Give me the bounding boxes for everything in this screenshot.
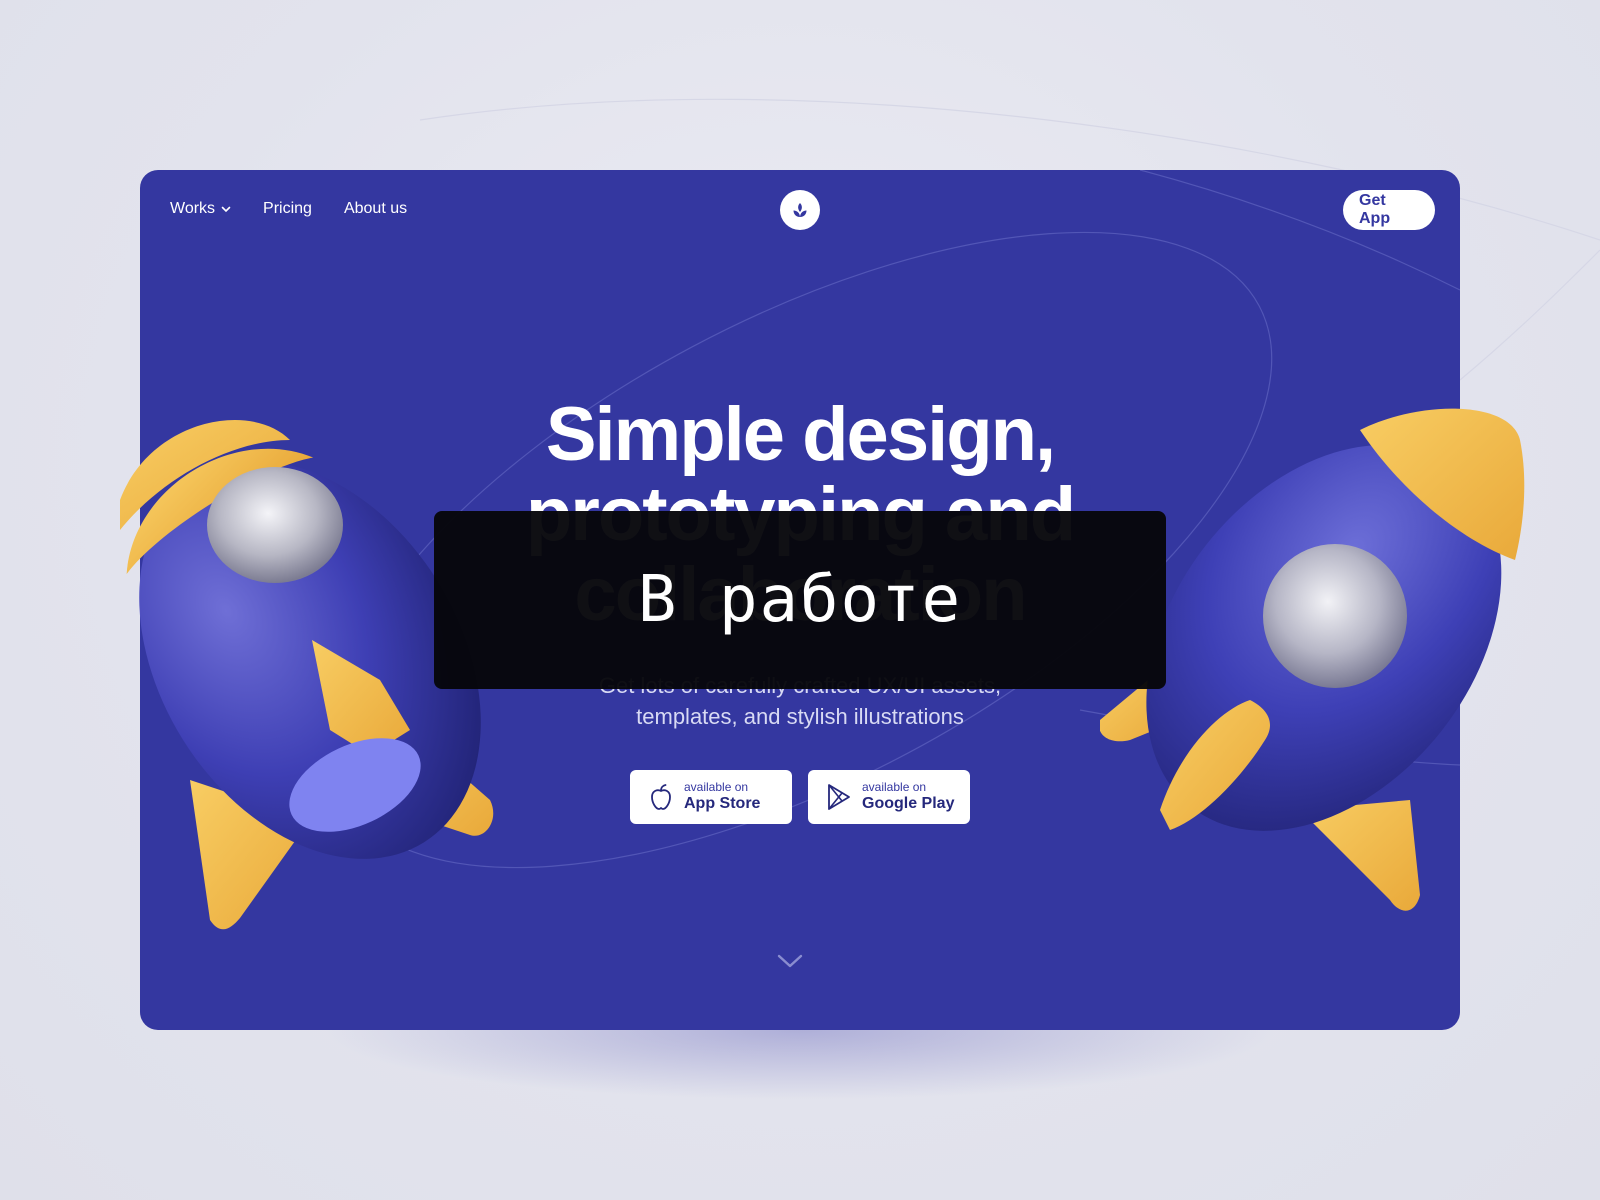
top-nav: Works Pricing About us	[170, 200, 407, 218]
app-store-name: App Store	[684, 795, 761, 812]
nav-works[interactable]: Works	[170, 200, 231, 218]
apple-icon	[651, 784, 671, 810]
nav-works-label: Works	[170, 200, 216, 217]
sprout-icon	[793, 203, 807, 217]
nav-about-label: About us	[343, 200, 408, 217]
google-play-button[interactable]: available on Google Play	[808, 770, 970, 824]
nav-pricing[interactable]: Pricing	[263, 200, 312, 218]
scroll-down-button[interactable]	[770, 946, 810, 976]
app-store-small: available on	[684, 780, 749, 794]
nav-pricing-label: Pricing	[263, 200, 312, 217]
app-store-button[interactable]: available on App Store	[630, 770, 792, 824]
google-play-icon	[828, 784, 850, 810]
google-play-name: Google Play	[862, 795, 955, 812]
store-buttons: available on App Store available on Goog…	[630, 770, 970, 824]
logo[interactable]	[780, 190, 820, 230]
nav-about-us[interactable]: About us	[344, 200, 407, 218]
status-overlay-label: В работе	[637, 563, 963, 637]
chevron-down-icon	[777, 954, 803, 968]
page: Works Pricing About us Get App Simple de…	[0, 0, 1600, 1200]
chevron-down-icon	[221, 206, 231, 213]
get-app-button[interactable]: Get App	[1343, 190, 1435, 230]
rocket-illustration-right	[1100, 408, 1525, 911]
status-overlay: В работе	[434, 511, 1166, 689]
google-play-small: available on	[862, 780, 927, 794]
